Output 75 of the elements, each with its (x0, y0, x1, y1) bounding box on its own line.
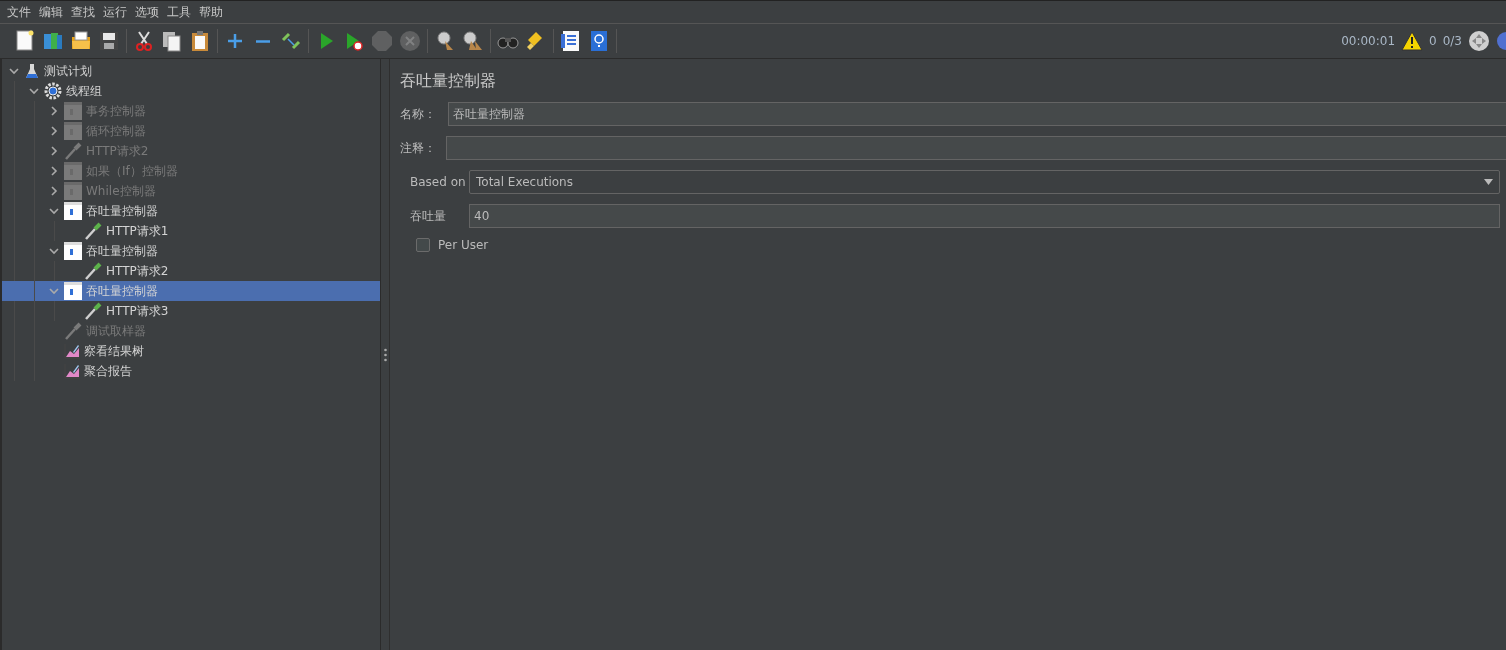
controller-icon (64, 102, 82, 120)
tree-row[interactable]: 吞吐量控制器 (2, 281, 380, 301)
controller-icon (64, 162, 82, 180)
warning-icon[interactable] (1401, 31, 1424, 51)
controller-icon (64, 202, 82, 220)
gear-icon (44, 82, 62, 100)
field-label: 注释： (400, 139, 437, 157)
controller-icon (64, 282, 82, 300)
menu-item[interactable]: 查找 (68, 3, 100, 21)
pipette-icon (84, 262, 102, 280)
menu-item[interactable]: 运行 (100, 3, 132, 21)
checkbox-label: Per User (438, 238, 489, 252)
panel-title: 吞吐量控制器 (400, 71, 497, 92)
chevron-icon[interactable] (9, 66, 19, 76)
tree-row[interactable]: 吞吐量控制器 (2, 201, 380, 221)
shutdown-icon (398, 29, 422, 53)
menu-item[interactable]: 帮助 (196, 3, 228, 21)
tree-label: 察看结果树 (84, 342, 144, 360)
field-label: 名称： (400, 105, 437, 123)
splitter-grip-icon[interactable] (383, 347, 387, 362)
elapsed-time: 00:00:01 (1341, 34, 1396, 48)
pipette-icon (84, 302, 102, 320)
tree-row[interactable]: 测试计划 (2, 61, 380, 81)
chart-icon (64, 343, 80, 359)
throughput-field[interactable]: 40 (469, 204, 1500, 228)
tree-label: HTTP请求2 (86, 142, 149, 160)
menu-item[interactable]: 文件 (4, 3, 36, 21)
comment-field[interactable] (446, 136, 1506, 160)
tree-row[interactable]: 线程组 (2, 81, 380, 101)
based-on-dropdown[interactable]: Total Executions (469, 170, 1500, 194)
tree-row[interactable]: HTTP请求1 (2, 221, 380, 241)
tree-row[interactable]: HTTP请求2 (2, 261, 380, 281)
controller-icon (64, 122, 82, 140)
menu-item[interactable]: 编辑 (36, 3, 68, 21)
field-label: Based on (410, 175, 467, 189)
controller-icon (64, 182, 82, 200)
tree-label: 吞吐量控制器 (86, 202, 158, 220)
tree-label: HTTP请求2 (106, 262, 169, 280)
checkbox[interactable] (416, 238, 430, 252)
save-icon (97, 29, 121, 53)
copy-icon (160, 29, 184, 53)
stop-icon (370, 29, 394, 53)
dropdown-arrow-icon (1484, 179, 1493, 185)
name-field[interactable]: 吞吐量控制器 (448, 102, 1506, 126)
pipette-icon (84, 222, 102, 240)
tree-row[interactable]: 吞吐量控制器 (2, 241, 380, 261)
warning-count: 0 (1429, 34, 1437, 48)
flask-icon (24, 63, 40, 79)
tree-label: 测试计划 (44, 62, 92, 80)
tree-label: 聚合报告 (84, 362, 132, 380)
pipette-icon (64, 142, 82, 160)
tree-label: 吞吐量控制器 (86, 282, 158, 300)
tree-row[interactable]: 聚合报告 (2, 361, 380, 381)
menu-item[interactable]: 工具 (164, 3, 196, 21)
collapse-icon (256, 39, 270, 43)
menu-item[interactable]: 选项 (132, 3, 164, 21)
field-label: 吞吐量 (410, 207, 447, 225)
tree-label: HTTP请求1 (106, 222, 169, 240)
thread-count: 0/3 (1442, 34, 1462, 48)
tree-label: 吞吐量控制器 (86, 242, 158, 260)
controller-icon (64, 242, 82, 260)
chevron-icon[interactable] (29, 86, 39, 96)
toolbar-button[interactable] (97, 29, 121, 53)
tree-label: HTTP请求3 (106, 302, 169, 320)
clear-all-icon (461, 29, 485, 53)
chevron-icon[interactable] (49, 206, 59, 216)
toolbar-button[interactable] (461, 29, 485, 53)
status-indicator-icon (1468, 30, 1490, 52)
tree-row[interactable]: 察看结果树 (2, 341, 380, 361)
chevron-icon[interactable] (49, 246, 59, 256)
tree-label: 线程组 (66, 82, 102, 100)
chart-icon (64, 363, 80, 379)
tree-row[interactable]: HTTP请求3 (2, 301, 380, 321)
pipette-icon (64, 322, 82, 340)
toolbar-button[interactable] (160, 29, 184, 53)
